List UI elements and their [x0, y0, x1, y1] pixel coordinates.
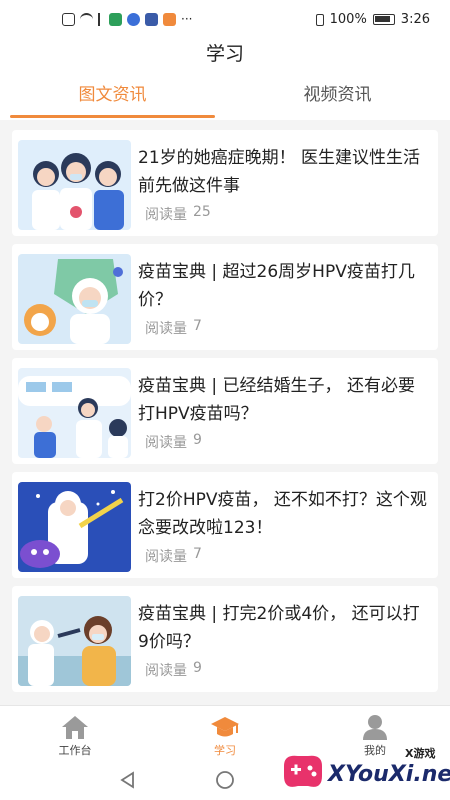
article-thumbnail — [18, 140, 131, 230]
read-count-label: 阅读量 — [145, 321, 187, 337]
article-title: 打2价HPV疫苗， 还不如不打？这个观念要改改啦123！ — [138, 490, 427, 538]
read-count-value: 25 — [193, 204, 211, 220]
article-card[interactable]: 疫苗宝典 | 已经结婚生子， 还有必要打HPV疫苗吗？ 阅读量 9 — [12, 358, 438, 464]
notification-icon — [62, 12, 75, 26]
read-count-value: 9 — [193, 660, 202, 676]
watermark-logo-icon — [284, 755, 322, 787]
read-count-label: 阅读量 — [145, 549, 187, 565]
more-icon: ··· — [181, 12, 193, 26]
play-icon — [163, 12, 176, 26]
article-card[interactable]: 疫苗宝典 | 打完2价或4价， 还可以打9价吗？ 阅读量 9 — [12, 586, 438, 692]
article-thumbnail — [18, 254, 131, 344]
read-count-label: 阅读量 — [145, 207, 187, 223]
read-count: 阅读量 7 — [145, 318, 202, 338]
article-title: 疫苗宝典 | 打完2价或4价， 还可以打9价吗？ — [138, 604, 420, 652]
tab-image-text-news[interactable]: 图文资讯 — [0, 74, 225, 120]
system-status: 100% 3:26 — [315, 12, 430, 27]
article-card[interactable]: 打2价HPV疫苗， 还不如不打？这个观念要改改啦123！ 阅读量 7 — [12, 472, 438, 578]
app-icon — [127, 12, 140, 26]
graduation-cap-icon — [211, 717, 239, 737]
article-title: 疫苗宝典 | 已经结婚生子， 还有必要打HPV疫苗吗？ — [138, 376, 415, 424]
back-icon[interactable] — [118, 770, 138, 790]
app-icon — [145, 12, 158, 26]
app-icon — [109, 12, 122, 26]
watermark-main-text: XYouXi.net — [328, 762, 450, 787]
home-icon — [62, 716, 88, 739]
wifi-icon — [80, 12, 93, 26]
page-title: 学习 — [205, 43, 244, 65]
usb-icon — [98, 12, 104, 26]
page-header: 学习 — [0, 40, 450, 74]
clock: 3:26 — [400, 12, 430, 27]
status-bar: ··· 100% 3:26 — [0, 0, 450, 40]
article-thumbnail — [18, 482, 131, 572]
read-count-label: 阅读量 — [145, 435, 187, 451]
notification-icons: ··· — [62, 12, 192, 26]
read-count: 阅读量 9 — [145, 432, 202, 452]
read-count: 阅读量 7 — [145, 546, 202, 566]
article-title: 疫苗宝典 | 超过26周岁HPV疫苗打几价？ — [138, 262, 415, 310]
read-count: 阅读量 25 — [145, 204, 211, 224]
article-title: 21岁的她癌症晚期！ 医生建议性生活前先做这件事 — [138, 148, 421, 196]
article-thumbnail — [18, 368, 131, 458]
home-button-icon[interactable] — [215, 770, 235, 790]
article-card[interactable]: 疫苗宝典 | 超过26周岁HPV疫苗打几价？ 阅读量 7 — [12, 244, 438, 350]
vibrate-icon — [315, 13, 324, 26]
user-icon — [363, 715, 387, 740]
read-count-value: 7 — [193, 546, 202, 562]
article-card[interactable]: 21岁的她癌症晚期！ 医生建议性生活前先做这件事 阅读量 25 — [12, 130, 438, 236]
tab-video-news[interactable]: 视频资讯 — [225, 74, 450, 120]
watermark-top-text: X游戏 — [405, 747, 436, 760]
read-count-value: 9 — [193, 432, 202, 448]
read-count-value: 7 — [193, 318, 202, 334]
nav-item-workbench[interactable]: 工作台 — [0, 706, 150, 760]
read-count: 阅读量 9 — [145, 660, 202, 680]
battery-icon — [372, 14, 395, 25]
read-count-label: 阅读量 — [145, 663, 187, 679]
article-thumbnail — [18, 596, 131, 686]
battery-percent: 100% — [329, 12, 367, 27]
tab-bar: 图文资讯 视频资讯 — [0, 74, 450, 120]
nav-label: 工作台 — [58, 744, 92, 757]
watermark: X游戏 XYouXi.net — [278, 740, 450, 798]
